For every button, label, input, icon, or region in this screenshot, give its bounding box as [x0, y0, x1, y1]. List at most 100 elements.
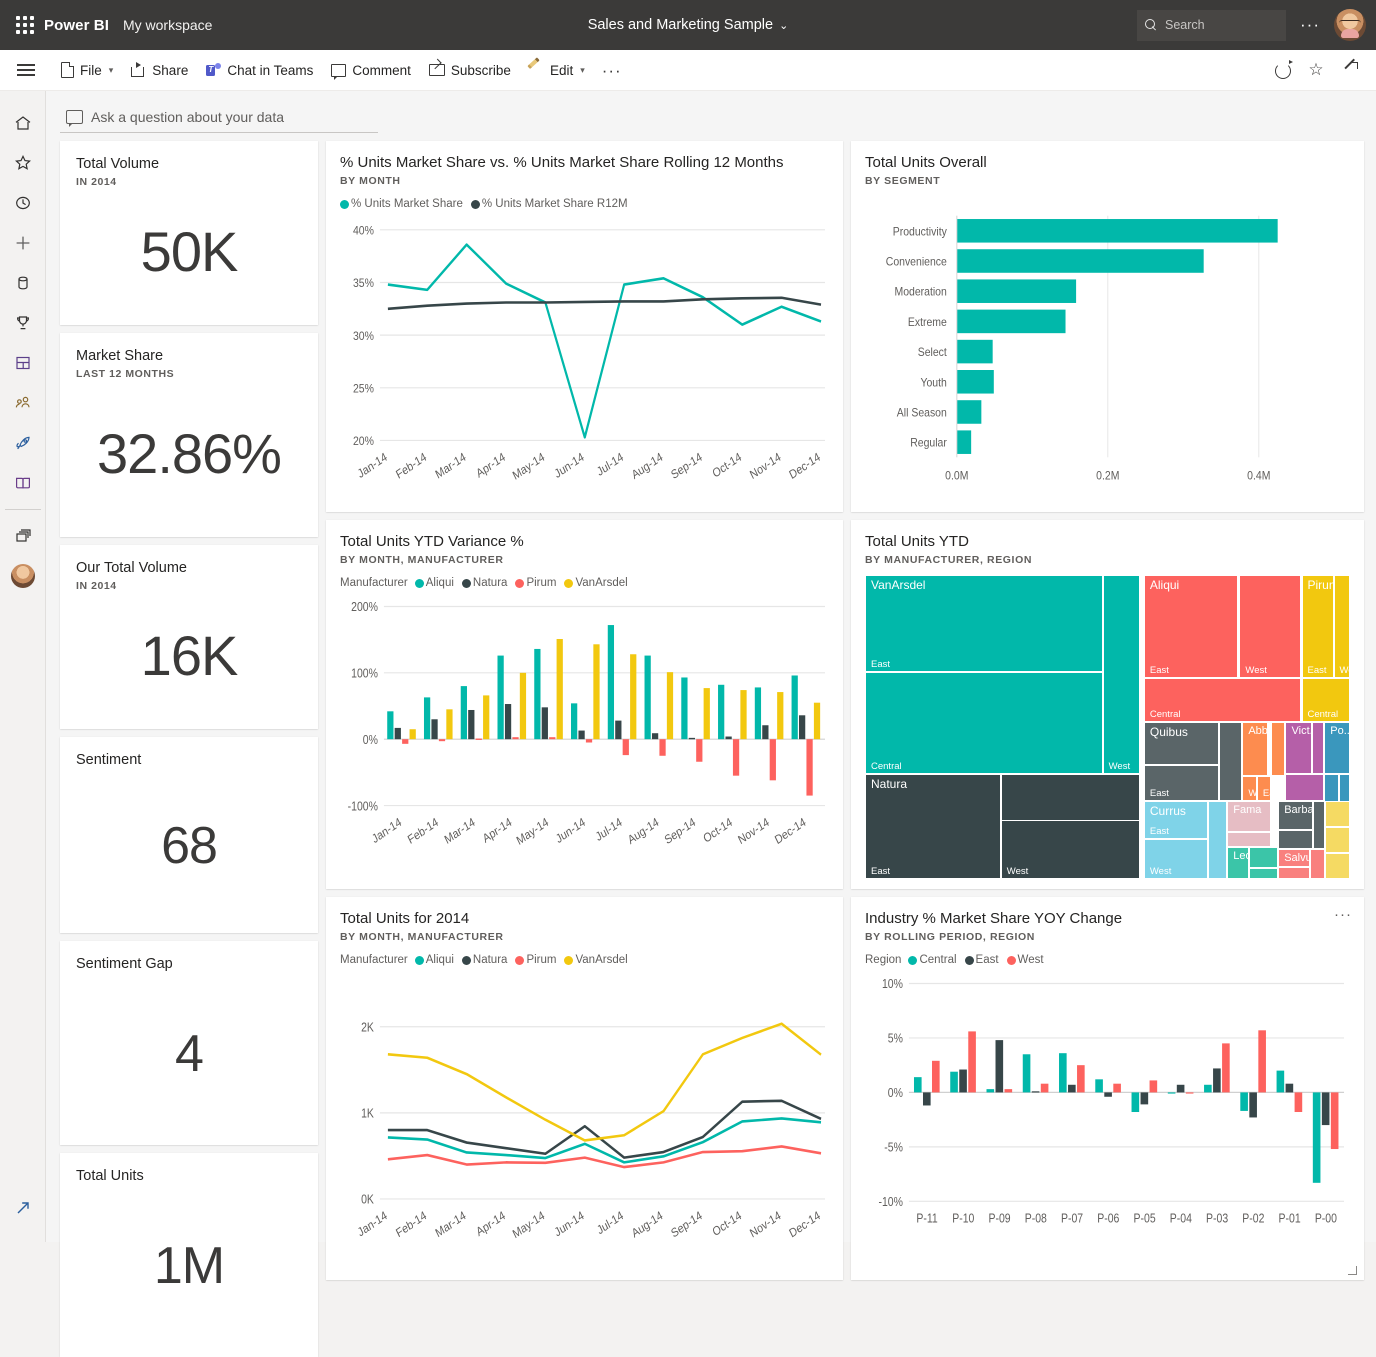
treemap-cell[interactable]: West [1242, 775, 1257, 802]
legend-item[interactable]: Central [908, 954, 957, 966]
sidebar-item-workspaces[interactable] [3, 516, 43, 556]
visual-treemap[interactable]: Total Units YTD BY MANUFACTURER, REGION … [851, 520, 1364, 889]
legend-item[interactable]: VanArsdel [564, 954, 628, 966]
treemap-cell[interactable] [1311, 722, 1325, 775]
sidebar-item-favorites[interactable] [3, 143, 43, 183]
sidebar-item-shared[interactable] [3, 383, 43, 423]
treemap-cell[interactable] [1249, 847, 1279, 869]
hamburger-menu-icon[interactable] [0, 69, 52, 71]
treemap-cell[interactable]: Vict... [1285, 722, 1312, 775]
nav-collapse[interactable] [0, 1188, 45, 1228]
refresh-button[interactable] [1272, 60, 1292, 80]
treemap-cell[interactable]: Salvus [1278, 848, 1311, 867]
treemap-cell[interactable] [1207, 801, 1228, 879]
sidebar-item-goals[interactable] [3, 303, 43, 343]
treemap-cell[interactable] [1249, 868, 1279, 879]
treemap-cell[interactable] [1227, 831, 1271, 848]
expand-nav-button[interactable] [3, 1188, 43, 1228]
treemap-cell[interactable]: East [1143, 765, 1220, 802]
treemap-cell[interactable]: Barba [1278, 801, 1314, 831]
treemap-cell[interactable]: West [1102, 575, 1141, 775]
treemap-cell[interactable]: Abbas [1242, 722, 1268, 776]
legend-item[interactable]: Aliqui [414, 954, 454, 966]
avatar[interactable] [1334, 9, 1366, 41]
sidebar-item-apps[interactable] [3, 343, 43, 383]
sidebar-item-create[interactable] [3, 223, 43, 263]
visual-more-icon[interactable]: ··· [1334, 907, 1352, 922]
legend-item[interactable]: VanArsdel [564, 577, 628, 589]
legend-item[interactable]: Natura [461, 954, 507, 966]
card-total-volume[interactable]: Total Volume IN 2014 50K [60, 141, 318, 325]
legend-item[interactable]: Pirum [515, 954, 556, 966]
card-our-total-volume[interactable]: Our Total Volume IN 2014 16K [60, 545, 318, 729]
legend-item[interactable]: Natura [461, 577, 507, 589]
favorite-button[interactable]: ☆ [1306, 60, 1326, 80]
file-button[interactable]: File ▾ [52, 55, 122, 85]
subscribe-button[interactable]: Subscribe [420, 55, 520, 85]
legend-item[interactable]: % Units Market Share R12M [470, 198, 628, 210]
treemap-cell[interactable]: Fama [1227, 801, 1271, 832]
fullscreen-button[interactable] [1340, 60, 1360, 80]
treemap-cell[interactable] [1270, 722, 1286, 776]
legend-item[interactable]: % Units Market Share [340, 198, 463, 210]
treemap-cell[interactable]: West [1143, 839, 1208, 879]
sidebar-item-learn[interactable] [3, 463, 43, 503]
treemap-cell[interactable]: Central [1143, 678, 1301, 723]
treemap-cell[interactable]: Aliqui East [1143, 575, 1239, 679]
treemap-cell[interactable] [1313, 801, 1325, 849]
treemap-cell[interactable]: VanArsdel East [865, 575, 1103, 673]
legend-item[interactable]: Pirum [515, 577, 556, 589]
treemap-cell[interactable] [1285, 774, 1325, 802]
treemap-cell[interactable] [1278, 866, 1311, 879]
legend-item[interactable]: East [964, 954, 999, 966]
qna-search-input[interactable]: Ask a question about your data [60, 105, 378, 133]
treemap-cell[interactable] [1310, 848, 1325, 879]
card-market-share[interactable]: Market Share LAST 12 MONTHS 32.86% [60, 333, 318, 537]
workspace-name[interactable]: My workspace [123, 17, 212, 33]
treemap-cell[interactable] [1219, 722, 1243, 802]
chat-in-teams-button[interactable]: Chat in Teams [197, 55, 322, 85]
treemap-cell[interactable]: Central [1301, 678, 1350, 723]
report-title-text[interactable]: Sales and Marketing Sample [588, 17, 773, 33]
comment-button[interactable]: Comment [322, 55, 420, 85]
treemap-cell[interactable]: Pirum East [1301, 575, 1334, 679]
treemap-cell[interactable]: Currus East [1143, 801, 1208, 840]
search-input[interactable]: Search [1137, 9, 1287, 41]
treemap-cell[interactable]: Natura East [865, 774, 1001, 879]
visual-total-units-2014[interactable]: Total Units for 2014 BY MONTH, MANUFACTU… [326, 897, 843, 1280]
treemap-cell[interactable] [1324, 853, 1350, 879]
legend-item[interactable]: West [1006, 954, 1044, 966]
treemap-cell[interactable]: Po... [1324, 722, 1350, 775]
sidebar-item-my-workspace[interactable] [3, 556, 43, 596]
visual-total-units-overall[interactable]: Total Units Overall BY SEGMENT 0.0M 0.2M 0… [851, 141, 1364, 512]
waffle-menu-icon[interactable] [0, 16, 44, 34]
header-more-icon[interactable]: ··· [1288, 15, 1332, 35]
card-total-units[interactable]: Total Units 1M [60, 1153, 318, 1357]
treemap-cell[interactable]: Leo [1227, 847, 1250, 879]
treemap-cell[interactable]: West [1000, 819, 1141, 879]
visual-industry-yoy[interactable]: ··· Industry % Market Share YOY Change B… [851, 897, 1364, 1280]
treemap-cell[interactable]: West [1239, 575, 1301, 679]
visual-ytd-variance[interactable]: Total Units YTD Variance % BY MONTH, MAN… [326, 520, 843, 889]
sidebar-item-datahub[interactable] [3, 263, 43, 303]
treemap-cell[interactable]: Quibus [1143, 722, 1220, 765]
treemap-cell[interactable]: East [1256, 775, 1271, 802]
treemap-cell[interactable] [1324, 801, 1350, 828]
command-more-icon[interactable]: ··· [594, 62, 630, 79]
card-sentiment[interactable]: Sentiment 68 [60, 737, 318, 933]
sidebar-item-deployment[interactable] [3, 423, 43, 463]
resize-handle[interactable] [1348, 1266, 1357, 1275]
chevron-down-icon[interactable]: ⌄ [779, 19, 788, 32]
treemap-cell[interactable]: West [1333, 575, 1350, 679]
sidebar-item-home[interactable] [3, 103, 43, 143]
sidebar-item-recent[interactable] [3, 183, 43, 223]
visual-market-share-line[interactable]: % Units Market Share vs. % Units Market … [326, 141, 843, 512]
legend-item[interactable]: Aliqui [414, 577, 454, 589]
treemap-cell[interactable] [1278, 830, 1314, 849]
treemap-cell[interactable] [1324, 827, 1350, 854]
treemap-cell[interactable]: Central [865, 672, 1103, 775]
share-button[interactable]: Share [122, 55, 197, 85]
edit-button[interactable]: Edit ▾ [520, 55, 594, 85]
app-brand[interactable]: Power BI [44, 17, 109, 34]
card-sentiment-gap[interactable]: Sentiment Gap 4 [60, 941, 318, 1145]
